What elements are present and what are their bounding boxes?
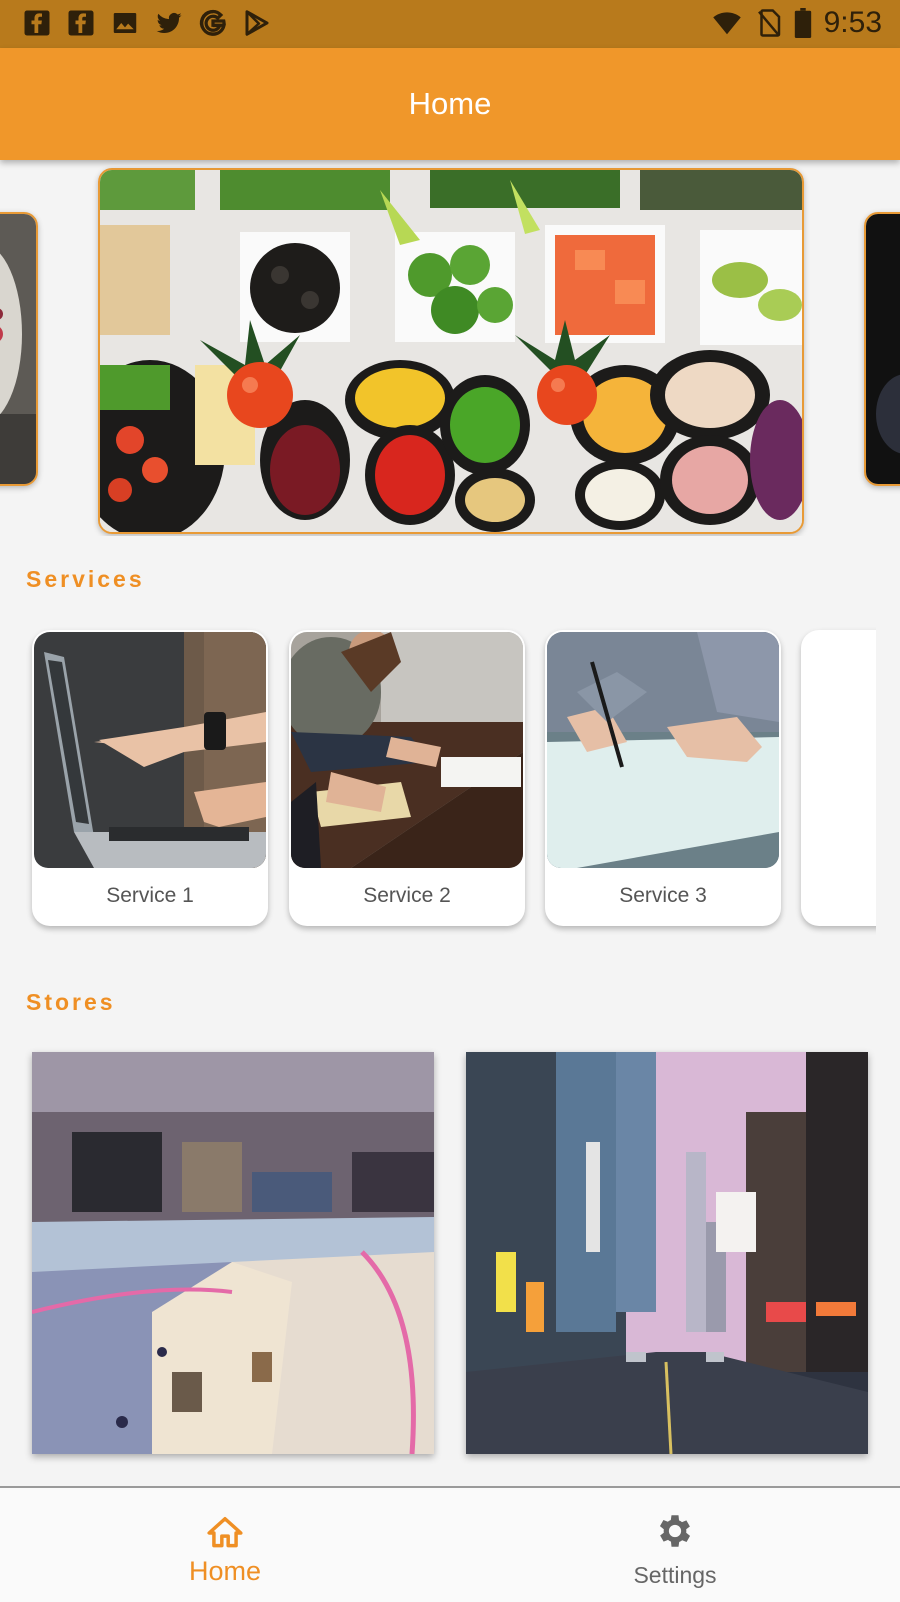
wifi-icon: [710, 8, 744, 38]
carousel-slide-salad-bar[interactable]: [98, 168, 804, 534]
store-tile-city-street[interactable]: [466, 1052, 868, 1454]
facebook-icon: [66, 8, 96, 38]
gear-icon: [654, 1510, 696, 1557]
service-card[interactable]: S: [801, 630, 876, 926]
carousel-slide-previous[interactable]: [0, 212, 38, 486]
nav-label-home: Home: [188, 1556, 262, 1586]
twitter-icon: [154, 8, 184, 38]
service-image: [803, 632, 876, 868]
service-image: [291, 632, 523, 868]
home-icon: [205, 1514, 245, 1557]
service-label: Service 3: [619, 884, 707, 907]
image-icon: [110, 8, 140, 38]
services-section-title: Services: [26, 566, 145, 592]
status-time: 9:53: [823, 6, 882, 39]
service-image: [34, 632, 266, 868]
services-list[interactable]: Service 1 Service 2 Service 3: [0, 626, 876, 936]
stores-section-title: Stores: [26, 989, 116, 1015]
store-tile-mall[interactable]: [32, 1052, 434, 1454]
no-sim-icon: [756, 8, 782, 38]
carousel-slide-next[interactable]: [864, 212, 900, 486]
notification-icons: [22, 8, 272, 38]
nav-item-home[interactable]: Home: [0, 1488, 450, 1602]
image-carousel[interactable]: [0, 166, 900, 536]
service-label: S: [801, 884, 876, 908]
service-image: [547, 632, 779, 868]
nav-label-settings: Settings: [633, 1562, 717, 1588]
google-icon: [198, 8, 228, 38]
battery-icon: [794, 8, 812, 38]
service-label: Service 1: [106, 884, 194, 907]
app-bar: Home: [0, 48, 900, 160]
page-title: Home: [408, 86, 492, 121]
nav-item-settings[interactable]: Settings: [450, 1488, 900, 1602]
service-card[interactable]: Service 3: [545, 630, 781, 926]
system-icons: 9:53: [710, 6, 882, 40]
bottom-navigation: Home Settings: [0, 1486, 900, 1602]
service-card[interactable]: Service 1: [32, 630, 268, 926]
service-label: Service 2: [363, 884, 451, 907]
service-card[interactable]: Service 2: [289, 630, 525, 926]
facebook-icon: [22, 8, 52, 38]
status-bar: 9:53: [0, 0, 900, 48]
play-store-icon: [242, 8, 272, 38]
